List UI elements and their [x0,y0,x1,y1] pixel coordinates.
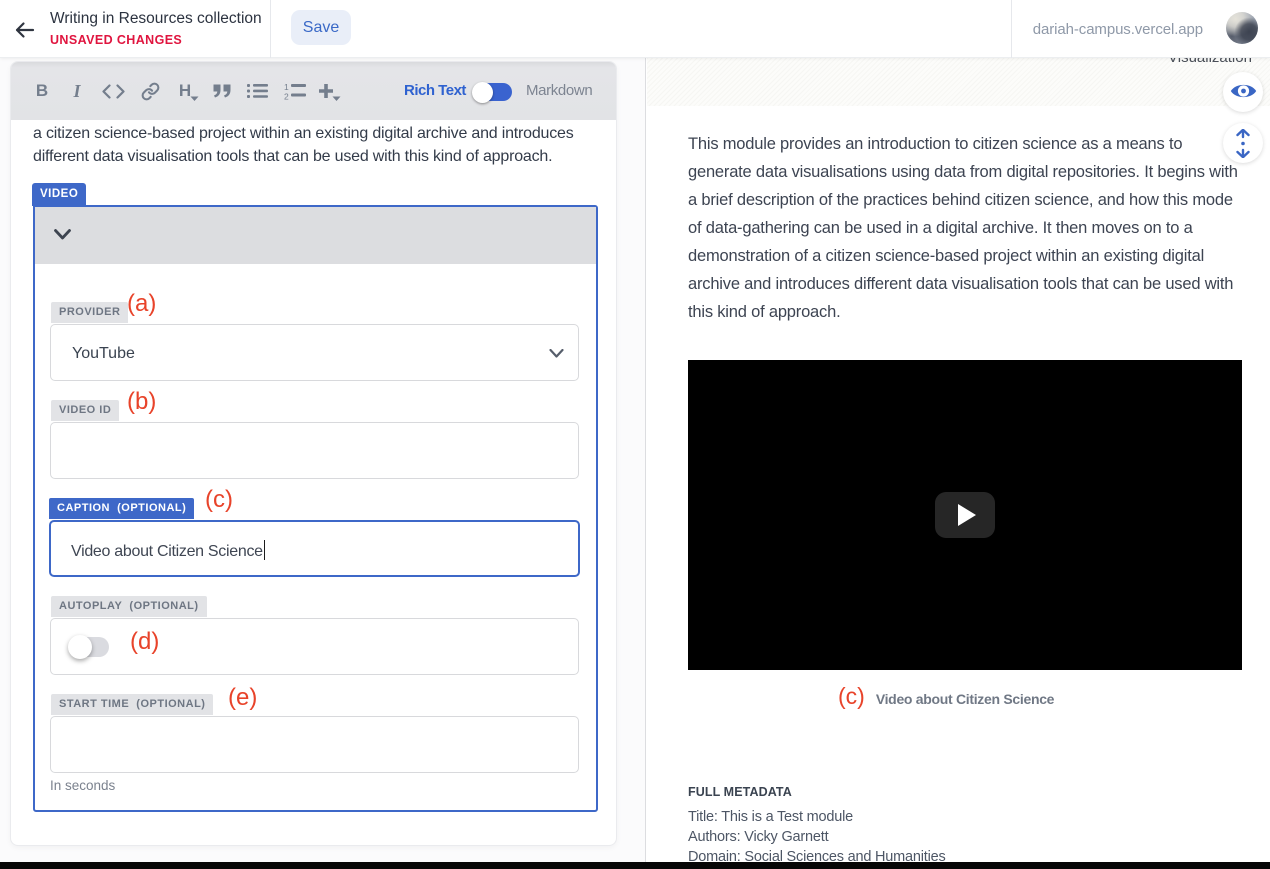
svg-text:2: 2 [284,91,289,100]
